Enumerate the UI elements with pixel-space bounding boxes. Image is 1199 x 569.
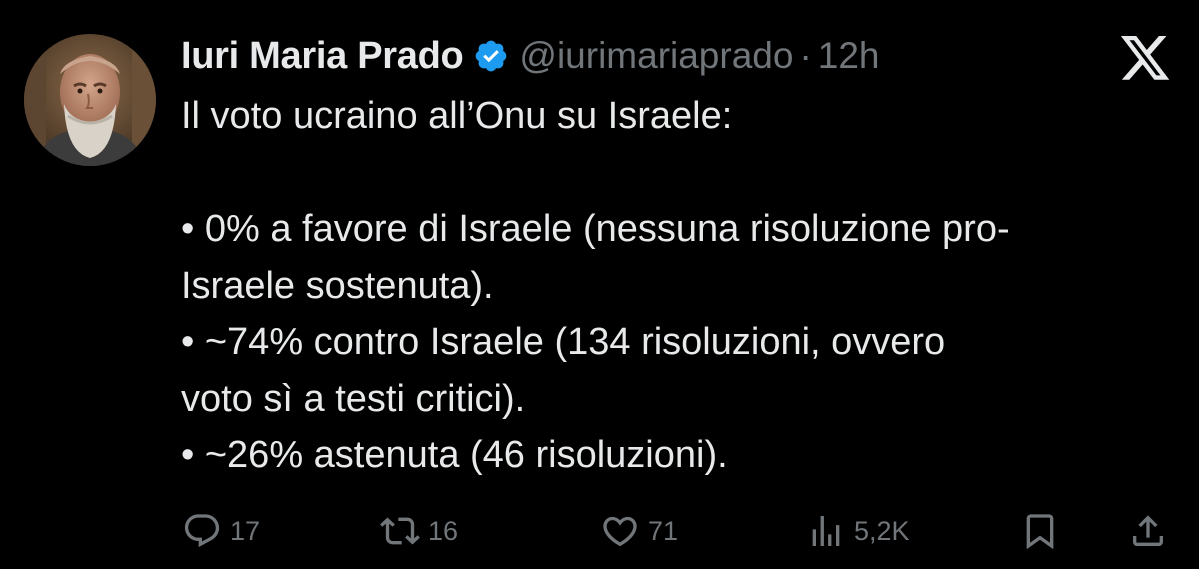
action-bar: 17 16 71 5,2K bbox=[182, 508, 1172, 554]
tweet-text: Il voto ucraino all’Onu su Israele: • 0%… bbox=[181, 88, 1171, 484]
separator-dot: · bbox=[799, 35, 812, 76]
tweet-card: Iuri Maria Prado @iurimariaprado · 12h I… bbox=[0, 0, 1199, 569]
user-handle[interactable]: @iurimariaprado bbox=[519, 35, 793, 77]
tweet-line-7: • ~26% astenuta (46 risoluzioni). bbox=[181, 434, 728, 476]
timestamp[interactable]: 12h bbox=[818, 35, 880, 77]
bookmark-button[interactable] bbox=[1020, 508, 1060, 554]
like-button[interactable]: 71 bbox=[600, 508, 678, 554]
repost-button[interactable]: 16 bbox=[380, 508, 458, 554]
views-count: 5,2K bbox=[854, 515, 910, 546]
views-icon bbox=[812, 516, 840, 546]
heart-icon bbox=[603, 516, 637, 547]
avatar[interactable] bbox=[24, 34, 156, 166]
display-name[interactable]: Iuri Maria Prado bbox=[181, 35, 464, 78]
tweet-line-4: Israele sostenuta). bbox=[181, 264, 494, 307]
verified-badge-icon bbox=[473, 38, 509, 74]
share-icon bbox=[1133, 515, 1163, 546]
reply-button[interactable]: 17 bbox=[182, 508, 260, 554]
tweet-line-3: • 0% a favore di Israele (nessuna risolu… bbox=[181, 208, 1010, 250]
repost-count: 16 bbox=[428, 515, 459, 546]
x-logo-icon[interactable] bbox=[1118, 36, 1172, 82]
tweet-line-5: • ~74% contro Israele (134 risoluzioni, … bbox=[181, 321, 946, 363]
tweet-line-6: voto sì a testi critici). bbox=[181, 377, 526, 420]
share-button[interactable] bbox=[1128, 508, 1168, 554]
tweet-line-1: Il voto ucraino all’Onu su Israele: bbox=[181, 95, 733, 137]
reply-icon bbox=[184, 514, 220, 548]
bookmark-icon bbox=[1026, 514, 1054, 550]
tweet-header: Iuri Maria Prado @iurimariaprado · 12h bbox=[181, 32, 880, 80]
tweet-blank-line bbox=[181, 145, 1171, 202]
repost-icon bbox=[380, 517, 420, 545]
reply-count: 17 bbox=[230, 515, 261, 546]
views-button[interactable]: 5,2K bbox=[806, 508, 910, 554]
like-count: 71 bbox=[648, 515, 679, 546]
